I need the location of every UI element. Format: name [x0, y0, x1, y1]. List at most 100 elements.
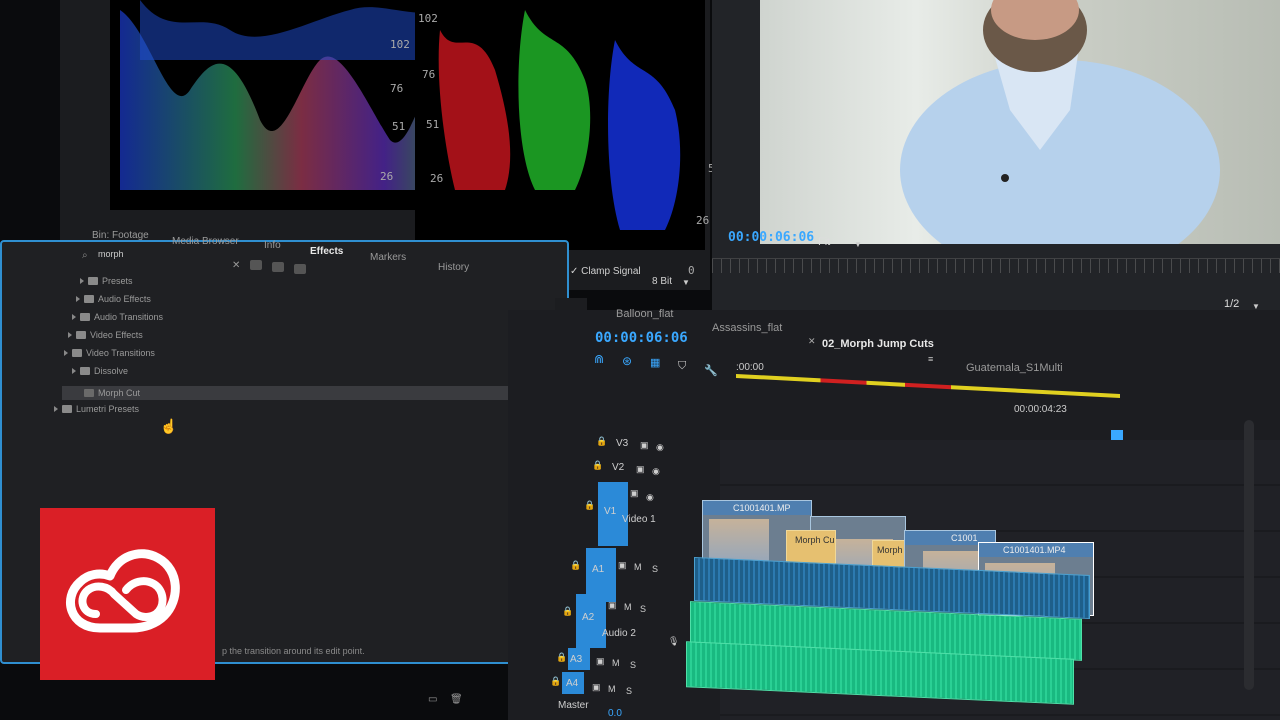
- master-volume-value[interactable]: 0.0: [608, 708, 622, 719]
- tab-effects[interactable]: Effects: [310, 246, 343, 257]
- expand-icon[interactable]: [72, 314, 76, 320]
- tree-label: Audio Effects: [98, 294, 151, 304]
- expand-icon[interactable]: [64, 350, 68, 356]
- mute-button[interactable]: M: [612, 658, 620, 668]
- clip-label: C1001: [951, 533, 978, 543]
- eye-icon[interactable]: ◉: [646, 492, 654, 503]
- sequence-tab-balloon[interactable]: Balloon_flat: [616, 308, 674, 320]
- clip-header: C1001401.MP4: [979, 543, 1093, 557]
- tab-menu-icon[interactable]: ≡: [928, 354, 933, 364]
- delete-icon[interactable]: 🗑: [450, 694, 463, 705]
- tab-markers[interactable]: Markers: [370, 252, 406, 263]
- folder-icon: [76, 331, 86, 339]
- monitor-ruler[interactable]: [712, 258, 1280, 273]
- sync-lock-icon[interactable]: ▣: [618, 560, 627, 571]
- creative-cloud-logo: [40, 508, 215, 680]
- timeline-timecode[interactable]: 00:00:06:06: [595, 330, 688, 346]
- add-marker-icon[interactable]: ▦: [650, 356, 660, 369]
- sync-lock-icon[interactable]: ▣: [630, 488, 639, 499]
- snap-icon[interactable]: ⋒: [594, 352, 604, 366]
- resolution-dropdown[interactable]: 1/2: [1224, 298, 1239, 310]
- solo-button[interactable]: S: [626, 686, 632, 696]
- sync-lock-icon[interactable]: ▣: [608, 600, 617, 611]
- lock-icon[interactable]: 🔒: [570, 560, 581, 571]
- tab-history[interactable]: History: [438, 262, 469, 273]
- accelerated-effects-icon[interactable]: [250, 260, 262, 270]
- morph-cut-transition[interactable]: Morph Cu: [786, 530, 836, 564]
- program-timecode[interactable]: 00:00:06:06: [728, 230, 814, 245]
- tree-item-video-effects[interactable]: Video Effects: [68, 330, 143, 340]
- tree-item-presets[interactable]: Presets: [80, 276, 133, 286]
- sync-lock-icon[interactable]: ▣: [640, 440, 649, 451]
- lock-icon[interactable]: 🔒: [562, 606, 573, 617]
- wrench-icon[interactable]: 🔧: [704, 364, 718, 377]
- sync-lock-icon[interactable]: ▣: [636, 464, 645, 475]
- transition-icon: [84, 389, 94, 397]
- tab-info[interactable]: Info: [264, 240, 281, 251]
- timeline-scrollbar[interactable]: [1244, 420, 1254, 690]
- effects-search-input[interactable]: [96, 246, 230, 262]
- lock-icon[interactable]: 🔒: [596, 436, 607, 447]
- tree-item-morph-cut[interactable]: Morph Cut: [62, 386, 532, 400]
- 32bit-effects-icon[interactable]: [272, 262, 284, 272]
- expand-icon[interactable]: [80, 278, 84, 284]
- track-a2[interactable]: A2: [582, 612, 594, 623]
- folder-icon: [80, 367, 90, 375]
- mute-button[interactable]: M: [608, 684, 616, 694]
- track-v3[interactable]: V3: [616, 438, 628, 449]
- track-a4[interactable]: A4: [566, 678, 578, 689]
- tree-item-lumetri-presets[interactable]: Lumetri Presets: [54, 404, 139, 414]
- sync-lock-icon[interactable]: ▣: [592, 682, 601, 693]
- expand-icon[interactable]: [54, 406, 58, 412]
- luma-waveform-graphic: [120, 0, 450, 190]
- expand-icon[interactable]: [68, 332, 72, 338]
- tree-item-dissolve[interactable]: Dissolve: [72, 366, 128, 376]
- clear-search-icon[interactable]: ✕: [232, 260, 240, 271]
- chevron-down-icon[interactable]: ▼: [854, 240, 862, 249]
- rgb-parade-graphic: [438, 10, 681, 230]
- track-v2[interactable]: V2: [612, 462, 624, 473]
- luma-tick: 26: [380, 170, 394, 183]
- linked-selection-icon[interactable]: ⊛: [622, 354, 632, 368]
- eye-icon[interactable]: ◉: [656, 442, 664, 453]
- tree-item-audio-effects[interactable]: Audio Effects: [76, 294, 151, 304]
- new-folder-icon[interactable]: ▭: [428, 694, 437, 705]
- lock-icon[interactable]: 🔒: [556, 652, 567, 663]
- lock-icon[interactable]: 🔒: [592, 460, 603, 471]
- track-a3[interactable]: A3: [570, 654, 582, 665]
- solo-button[interactable]: S: [630, 660, 636, 670]
- clamp-signal-checkbox[interactable]: ✓ Clamp Signal: [570, 266, 641, 277]
- clip-header: C1001401.MP: [703, 501, 811, 515]
- marker-icon[interactable]: ⛉: [678, 360, 686, 373]
- expand-icon[interactable]: [72, 368, 76, 374]
- track-v1[interactable]: V1: [604, 506, 616, 517]
- playhead-handle[interactable]: [1111, 430, 1123, 440]
- folder-icon: [84, 295, 94, 303]
- sequence-tab-assassins[interactable]: Assassins_flat: [712, 322, 782, 334]
- track-master[interactable]: Master: [558, 700, 589, 711]
- lock-icon[interactable]: 🔒: [550, 676, 561, 687]
- microphone-icon[interactable]: 🎙: [668, 636, 679, 647]
- close-tab-icon[interactable]: ✕: [808, 336, 816, 347]
- rgb-tick: 26: [430, 172, 444, 185]
- solo-button[interactable]: S: [652, 564, 658, 574]
- expand-icon[interactable]: [76, 296, 80, 302]
- sequence-tab-morph[interactable]: 02_Morph Jump Cuts: [822, 338, 934, 350]
- yuv-effects-icon[interactable]: [294, 264, 306, 274]
- sync-lock-icon[interactable]: ▣: [596, 656, 605, 667]
- lock-icon[interactable]: 🔒: [584, 500, 595, 511]
- tree-item-audio-transitions[interactable]: Audio Transitions: [72, 312, 163, 322]
- bit-depth-dropdown[interactable]: 8 Bit: [652, 276, 672, 287]
- status-text: p the transition around its edit point.: [222, 646, 365, 656]
- zoom-fit-dropdown[interactable]: Fit: [818, 236, 830, 248]
- rgb-parade: [415, 0, 705, 250]
- chevron-down-icon[interactable]: ▼: [682, 278, 690, 287]
- mute-button[interactable]: M: [634, 562, 642, 572]
- track-a1[interactable]: A1: [592, 564, 604, 575]
- mute-button[interactable]: M: [624, 602, 632, 612]
- tree-item-video-transitions[interactable]: Video Transitions: [64, 348, 155, 358]
- eye-icon[interactable]: ◉: [652, 466, 660, 477]
- solo-button[interactable]: S: [640, 604, 646, 614]
- sequence-tab-guatemala[interactable]: Guatemala_S1Multi: [966, 362, 1063, 374]
- tab-bin-footage[interactable]: Bin: Footage: [92, 230, 149, 241]
